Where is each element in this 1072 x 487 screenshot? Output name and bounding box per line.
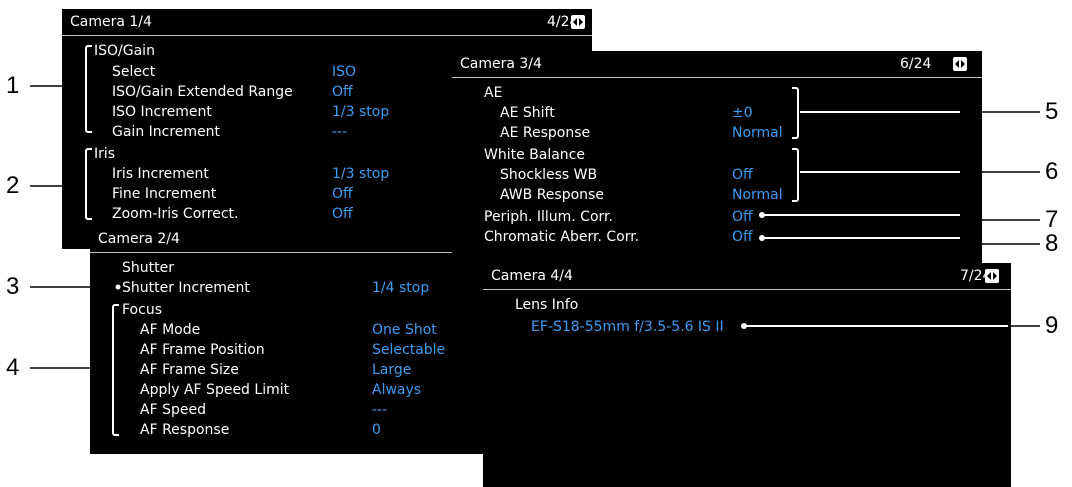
callout-number: 4 [6,354,20,381]
callout-number: 2 [6,172,20,199]
callout-number: 9 [1045,312,1059,339]
white-leader-ends [742,111,1008,327]
right-leaders [742,111,1040,327]
leader-dots [115,212,765,329]
callout-leader-lines [30,85,1040,369]
callout-number: 3 [6,273,20,300]
callout-number: 7 [1045,206,1059,233]
left-leaders [30,85,118,369]
callout-number: 1 [6,72,20,99]
callout-number: 5 [1045,98,1059,125]
callout-number: 6 [1045,158,1059,185]
callout-number: 8 [1045,230,1059,257]
